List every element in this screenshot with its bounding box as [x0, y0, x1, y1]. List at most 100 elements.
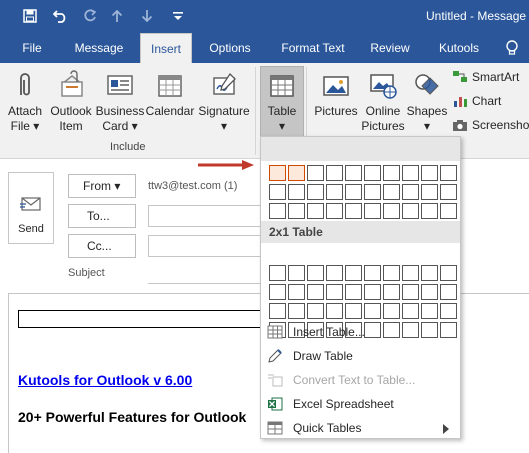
- table-grid-cell[interactable]: [288, 303, 305, 319]
- redo-icon[interactable]: [80, 6, 100, 26]
- table-grid-cell[interactable]: [345, 203, 362, 219]
- from-button[interactable]: From ▾: [68, 174, 136, 198]
- table-grid-cell[interactable]: [421, 265, 438, 281]
- inserted-table[interactable]: [18, 310, 278, 328]
- outlook-item-button[interactable]: Outlook Item: [46, 70, 96, 134]
- table-grid-cell[interactable]: [307, 303, 324, 319]
- business-card-button[interactable]: Business Card ▾: [96, 70, 144, 134]
- signature-button[interactable]: Signature ▾: [196, 70, 252, 134]
- table-grid-cell[interactable]: [326, 184, 343, 200]
- table-grid-cell[interactable]: [288, 265, 305, 281]
- table-grid-cell[interactable]: [364, 165, 381, 181]
- table-grid-cell[interactable]: [345, 303, 362, 319]
- online-pictures-button[interactable]: Online Pictures: [361, 70, 405, 134]
- table-grid-cell[interactable]: [364, 184, 381, 200]
- table-button[interactable]: Table ▾: [260, 70, 304, 134]
- calendar-button[interactable]: Calendar: [146, 70, 194, 119]
- table-grid-cell[interactable]: [421, 284, 438, 300]
- table-grid-cell[interactable]: [269, 203, 286, 219]
- table-grid-cell[interactable]: [421, 165, 438, 181]
- smartart-button[interactable]: SmartArt: [452, 70, 519, 84]
- table-grid-cell[interactable]: [421, 303, 438, 319]
- table-grid-cell[interactable]: [288, 165, 305, 181]
- kutools-link[interactable]: Kutools for Outlook v 6.00: [18, 372, 192, 388]
- table-grid-cell[interactable]: [402, 303, 419, 319]
- table-grid-cell[interactable]: [383, 203, 400, 219]
- table-grid-cell[interactable]: [402, 203, 419, 219]
- table-grid-cell[interactable]: [364, 265, 381, 281]
- tab-options[interactable]: Options: [198, 33, 262, 63]
- tab-format-text[interactable]: Format Text: [272, 33, 354, 63]
- table-grid-cell[interactable]: [402, 265, 419, 281]
- undo-icon[interactable]: [50, 6, 70, 26]
- tab-file[interactable]: File: [12, 33, 52, 63]
- save-icon[interactable]: [20, 6, 40, 26]
- screenshot-button[interactable]: Screenshot: [452, 118, 529, 132]
- table-grid-cell[interactable]: [440, 165, 457, 181]
- cc-button[interactable]: Cc...: [68, 234, 136, 258]
- table-grid-cell[interactable]: [402, 184, 419, 200]
- table-grid-cell[interactable]: [421, 203, 438, 219]
- table-grid-cell[interactable]: [345, 165, 362, 181]
- table-grid-cell[interactable]: [269, 165, 286, 181]
- excel-spreadsheet-item[interactable]: Excel Spreadsheet: [261, 392, 460, 416]
- up-arrow-icon[interactable]: [108, 6, 126, 26]
- table-grid-cell[interactable]: [383, 265, 400, 281]
- table-grid-cell[interactable]: [307, 265, 324, 281]
- pictures-button[interactable]: Pictures: [311, 70, 361, 119]
- table-grid-cell[interactable]: [364, 303, 381, 319]
- chart-button[interactable]: Chart: [452, 94, 501, 108]
- table-grid-cell[interactable]: [326, 303, 343, 319]
- table-grid-cell[interactable]: [307, 203, 324, 219]
- to-field[interactable]: [148, 205, 262, 227]
- down-arrow-icon[interactable]: [138, 6, 156, 26]
- subject-field[interactable]: [148, 262, 262, 284]
- table-grid-cell[interactable]: [440, 184, 457, 200]
- table-grid-cell[interactable]: [307, 184, 324, 200]
- table-grid-cell[interactable]: [307, 284, 324, 300]
- table-grid-cell[interactable]: [383, 284, 400, 300]
- tell-me-lightbulb-icon[interactable]: [500, 33, 524, 63]
- table-grid-cell[interactable]: [440, 284, 457, 300]
- to-button[interactable]: To...: [68, 204, 136, 228]
- send-button[interactable]: Send: [8, 172, 54, 244]
- table-grid-cell[interactable]: [440, 203, 457, 219]
- table-grid-cell[interactable]: [383, 303, 400, 319]
- table-grid-cell[interactable]: [326, 284, 343, 300]
- table-grid-cell[interactable]: [383, 165, 400, 181]
- cc-field[interactable]: [148, 235, 262, 257]
- shapes-button[interactable]: Shapes ▾: [405, 70, 449, 134]
- tab-review[interactable]: Review: [362, 33, 418, 63]
- table-grid-cell[interactable]: [345, 284, 362, 300]
- table-grid-cell[interactable]: [307, 165, 324, 181]
- table-grid-cell[interactable]: [402, 284, 419, 300]
- tab-message[interactable]: Message: [64, 33, 134, 63]
- table-grid-cell[interactable]: [440, 265, 457, 281]
- tab-insert[interactable]: Insert: [140, 33, 192, 63]
- insert-table-item[interactable]: Insert Table...: [261, 320, 460, 344]
- quick-tables-item[interactable]: Quick Tables: [261, 416, 460, 440]
- table-grid-cell[interactable]: [402, 165, 419, 181]
- table-grid-cell[interactable]: [326, 165, 343, 181]
- table-grid-cell[interactable]: [440, 303, 457, 319]
- table-grid-cell[interactable]: [269, 184, 286, 200]
- convert-text-to-table-item[interactable]: Convert Text to Table...: [261, 368, 460, 392]
- table-grid-cell[interactable]: [326, 265, 343, 281]
- table-grid-cell[interactable]: [345, 184, 362, 200]
- table-grid-cell[interactable]: [269, 284, 286, 300]
- draw-table-item[interactable]: Draw Table: [261, 344, 460, 368]
- customize-qat-icon[interactable]: [168, 6, 188, 26]
- table-grid-cell[interactable]: [364, 284, 381, 300]
- table-grid-cell[interactable]: [383, 184, 400, 200]
- table-grid-cell[interactable]: [421, 184, 438, 200]
- table-grid-cell[interactable]: [345, 265, 362, 281]
- tab-kutools[interactable]: Kutools: [428, 33, 490, 63]
- table-grid-cell[interactable]: [269, 303, 286, 319]
- table-grid-cell[interactable]: [288, 184, 305, 200]
- table-grid-cell[interactable]: [288, 284, 305, 300]
- attach-file-button[interactable]: Attach File ▾: [4, 70, 46, 134]
- table-grid-cell[interactable]: [364, 203, 381, 219]
- table-grid-cell[interactable]: [288, 203, 305, 219]
- table-grid-cell[interactable]: [326, 203, 343, 219]
- table-grid-cell[interactable]: [269, 265, 286, 281]
